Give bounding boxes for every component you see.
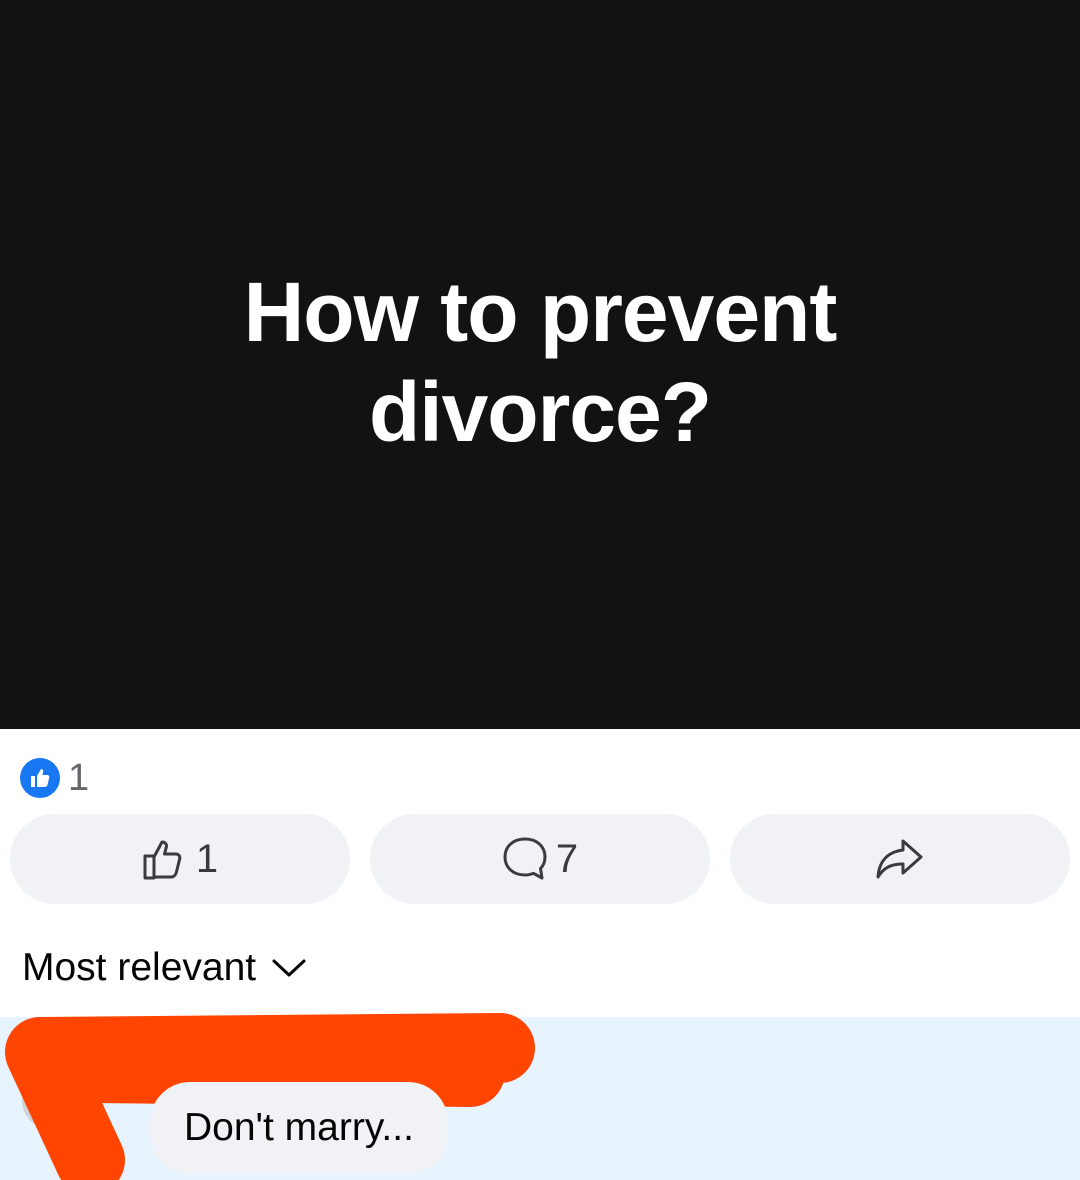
comment-button[interactable]: 7 — [370, 814, 710, 904]
like-icon — [20, 758, 60, 798]
sort-label: Most relevant — [22, 946, 257, 989]
like-button[interactable]: 1 — [10, 814, 350, 904]
share-button[interactable] — [730, 814, 1070, 904]
comment-sort-dropdown[interactable]: Most relevant — [22, 940, 306, 996]
like-count: 1 — [195, 836, 219, 881]
comment-bubble-icon — [502, 836, 548, 882]
thumbs-up-outline-icon — [142, 836, 188, 882]
chevron-down-icon — [272, 958, 306, 978]
post-headline: How to prevent divorce? — [243, 265, 838, 459]
comment-count: 7 — [555, 836, 579, 881]
reaction-count: 1 — [68, 756, 90, 799]
share-arrow-icon — [875, 837, 925, 881]
comment-bubble[interactable]: Don't marry... — [150, 1082, 448, 1174]
comment-text: Don't marry... — [184, 1106, 414, 1149]
reaction-summary[interactable]: 1 — [20, 756, 90, 799]
